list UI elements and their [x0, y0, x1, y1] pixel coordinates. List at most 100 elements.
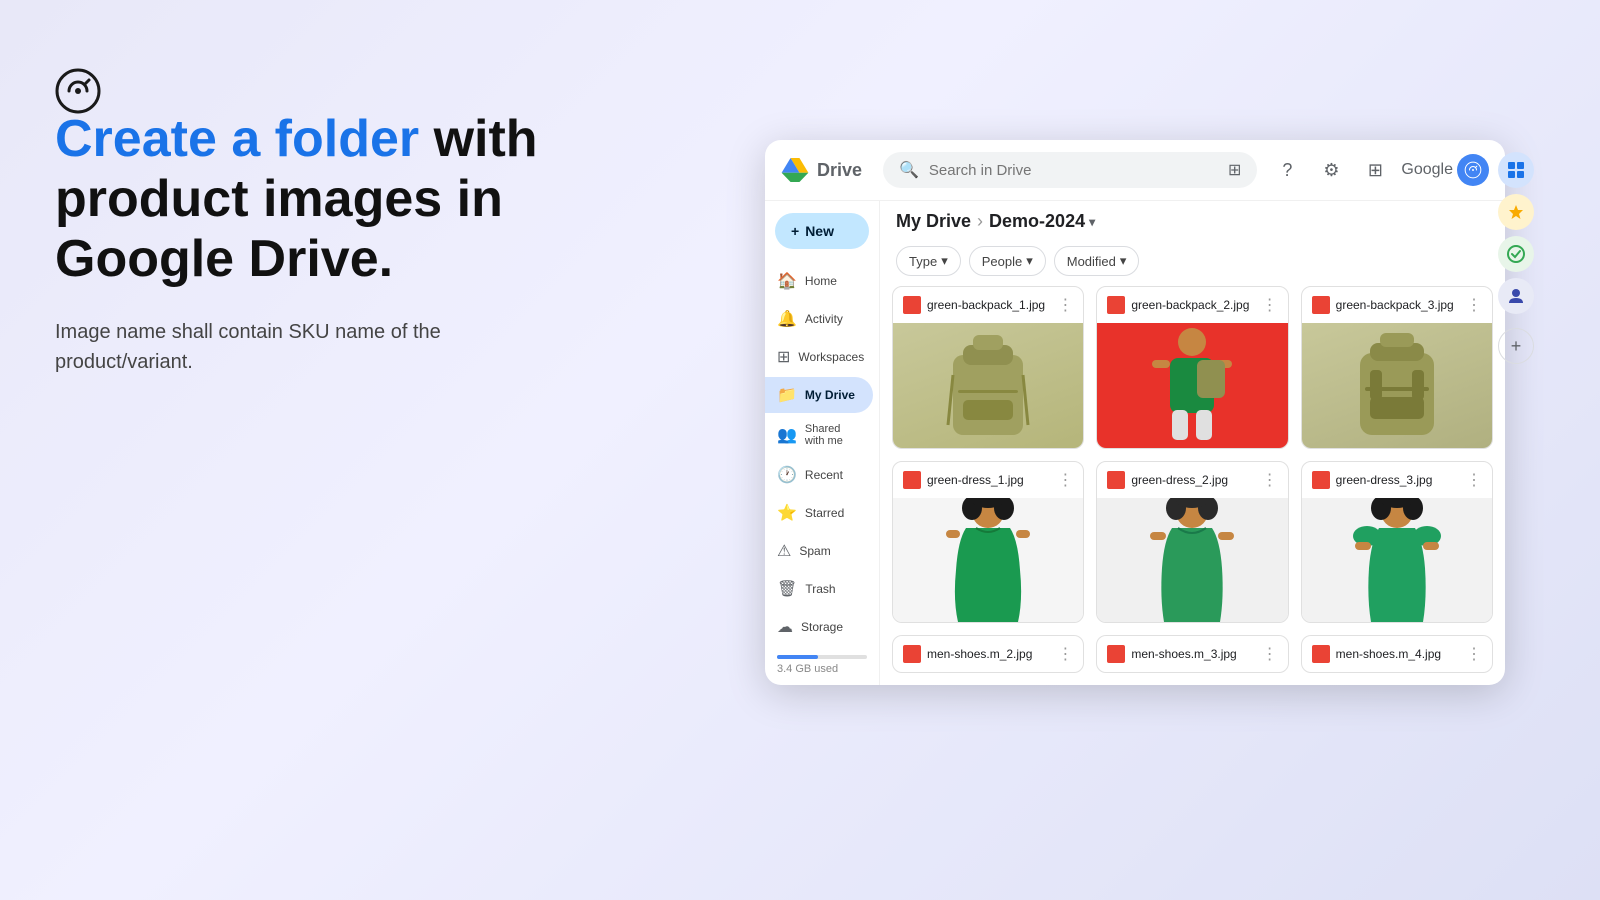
sidebar-item-recent-label: Recent	[805, 468, 843, 482]
spam-icon: ⚠	[777, 541, 791, 561]
recent-icon: 🕐	[777, 465, 797, 485]
file-thumb-backpack1	[893, 323, 1083, 448]
file-name-shoes3: men-shoes.m_4.jpg	[1336, 647, 1460, 661]
sidebar-item-trash[interactable]: 🗑 Trash	[765, 571, 873, 607]
file-name-backpack1: green-backpack_1.jpg	[927, 298, 1051, 312]
file-more-shoes3[interactable]: ⋮	[1466, 644, 1482, 664]
panel-grid-button[interactable]	[1498, 152, 1534, 188]
file-card-header4: green-dress_1.jpg ⋮	[893, 462, 1083, 498]
file-name-dress3: green-dress_3.jpg	[1336, 473, 1460, 487]
panel-add-button[interactable]: +	[1498, 328, 1534, 364]
file-more-dress2[interactable]: ⋮	[1262, 470, 1278, 490]
person-icon	[1507, 287, 1525, 305]
trash-icon: 🗑	[777, 579, 797, 599]
dress2-image	[1142, 498, 1242, 623]
content-header: My Drive › Demo-2024 ▾	[880, 201, 1505, 242]
file-card-header5: green-dress_2.jpg ⋮	[1097, 462, 1287, 498]
sidebar-item-workspaces[interactable]: ⊞ Workspaces	[765, 339, 873, 375]
filter-modified[interactable]: Modified ▾	[1054, 246, 1140, 276]
file-more-shoes1[interactable]: ⋮	[1057, 644, 1073, 664]
file-more-backpack3[interactable]: ⋮	[1466, 295, 1482, 315]
file-more-backpack1[interactable]: ⋮	[1057, 295, 1073, 315]
search-input[interactable]	[929, 162, 1218, 179]
breadcrumb-separator: ›	[977, 211, 983, 232]
file-card-header6: green-dress_3.jpg ⋮	[1302, 462, 1492, 498]
storage-bar-fill	[777, 655, 818, 659]
google-label: Google	[1401, 161, 1453, 179]
drive-header: Drive 🔍 ⊞ ? ⚙ ⊞ Google	[765, 140, 1505, 201]
file-card-shoes1[interactable]: men-shoes.m_2.jpg ⋮	[892, 635, 1084, 673]
star-icon	[1507, 203, 1525, 221]
jpg-icon9	[1312, 645, 1330, 663]
breadcrumb-dropdown-icon[interactable]: ▾	[1089, 215, 1095, 229]
help-button[interactable]: ?	[1269, 152, 1305, 188]
left-panel: Create a folder withproduct images inGoo…	[55, 60, 635, 377]
file-card-dress2[interactable]: green-dress_2.jpg ⋮	[1096, 461, 1288, 624]
backpack2-image	[1142, 323, 1242, 448]
apps-button[interactable]: ⊞	[1357, 152, 1393, 188]
filter-type-arrow-icon: ▾	[941, 253, 948, 269]
sidebar-item-starred[interactable]: ⭐ Starred	[765, 495, 873, 531]
file-grid: green-backpack_1.jpg ⋮	[880, 286, 1505, 685]
file-card-header: green-backpack_1.jpg ⋮	[893, 287, 1083, 323]
search-icon: 🔍	[899, 160, 919, 180]
sidebar-item-recent[interactable]: 🕐 Recent	[765, 457, 873, 493]
file-thumb-dress3	[1302, 498, 1492, 623]
panel-person-button[interactable]	[1498, 278, 1534, 314]
file-more-shoes2[interactable]: ⋮	[1262, 644, 1278, 664]
sidebar-item-my-drive[interactable]: 📁 My Drive	[765, 377, 873, 413]
breadcrumb-current-label: Demo-2024	[989, 211, 1085, 232]
shared-icon: 👥	[777, 425, 797, 445]
breadcrumb-current: Demo-2024 ▾	[989, 211, 1095, 232]
subtext: Image name shall contain SKU name of the…	[55, 317, 535, 377]
breadcrumb-parent[interactable]: My Drive	[896, 211, 971, 232]
sidebar-item-shared-label: Shared with me	[805, 423, 861, 447]
headline-blue: Create a folder	[55, 110, 419, 168]
file-card-header2: green-backpack_2.jpg ⋮	[1097, 287, 1287, 323]
check-icon	[1507, 245, 1525, 263]
sidebar-item-starred-label: Starred	[805, 506, 844, 520]
file-card-header7: men-shoes.m_2.jpg ⋮	[893, 636, 1083, 672]
my-drive-icon: 📁	[777, 385, 797, 405]
header-icons: ? ⚙ ⊞ Google	[1269, 152, 1489, 188]
search-bar[interactable]: 🔍 ⊞	[883, 152, 1257, 188]
filter-people[interactable]: People ▾	[969, 246, 1046, 276]
filter-icon[interactable]: ⊞	[1228, 160, 1241, 180]
sidebar-item-shared[interactable]: 👥 Shared with me	[765, 415, 873, 455]
sidebar-item-spam[interactable]: ⚠ Spam	[765, 533, 873, 569]
settings-button[interactable]: ⚙	[1313, 152, 1349, 188]
sidebar-item-activity-label: Activity	[805, 312, 843, 326]
file-card-shoes3[interactable]: men-shoes.m_4.jpg ⋮	[1301, 635, 1493, 673]
file-more-dress3[interactable]: ⋮	[1466, 470, 1482, 490]
google-avatar[interactable]	[1457, 154, 1489, 186]
file-card-backpack2[interactable]: green-backpack_2.jpg ⋮	[1096, 286, 1288, 449]
new-button[interactable]: + New	[775, 213, 869, 249]
sidebar-item-activity[interactable]: 🔔 Activity	[765, 301, 873, 337]
storage-section: 3.4 GB used	[765, 647, 879, 683]
filter-people-label: People	[982, 254, 1022, 269]
jpg-icon5	[1107, 471, 1125, 489]
storage-bar	[777, 655, 867, 659]
sidebar-item-home[interactable]: 🏠 Home	[765, 263, 873, 299]
file-name-shoes1: men-shoes.m_2.jpg	[927, 647, 1051, 661]
panel-check-button[interactable]	[1498, 236, 1534, 272]
sidebar-item-storage[interactable]: ☁ Storage	[765, 609, 873, 645]
file-card-dress1[interactable]: green-dress_1.jpg ⋮	[892, 461, 1084, 624]
file-name-dress2: green-dress_2.jpg	[1131, 473, 1255, 487]
drive-window: Drive 🔍 ⊞ ? ⚙ ⊞ Google	[765, 140, 1505, 685]
filter-modified-arrow-icon: ▾	[1120, 253, 1127, 269]
jpg-icon	[903, 296, 921, 314]
file-card-shoes2[interactable]: men-shoes.m_3.jpg ⋮	[1096, 635, 1288, 673]
jpg-icon2	[1107, 296, 1125, 314]
filter-type[interactable]: Type ▾	[896, 246, 961, 276]
dress3-image	[1347, 498, 1447, 623]
file-card-backpack1[interactable]: green-backpack_1.jpg ⋮	[892, 286, 1084, 449]
activity-icon: 🔔	[777, 309, 797, 329]
panel-star-button[interactable]	[1498, 194, 1534, 230]
file-more-dress1[interactable]: ⋮	[1057, 470, 1073, 490]
file-card-backpack3[interactable]: green-backpack_3.jpg ⋮	[1301, 286, 1493, 449]
file-more-backpack2[interactable]: ⋮	[1262, 295, 1278, 315]
file-card-dress3[interactable]: green-dress_3.jpg ⋮	[1301, 461, 1493, 624]
file-card-header9: men-shoes.m_4.jpg ⋮	[1302, 636, 1492, 672]
filter-people-arrow-icon: ▾	[1026, 253, 1033, 269]
